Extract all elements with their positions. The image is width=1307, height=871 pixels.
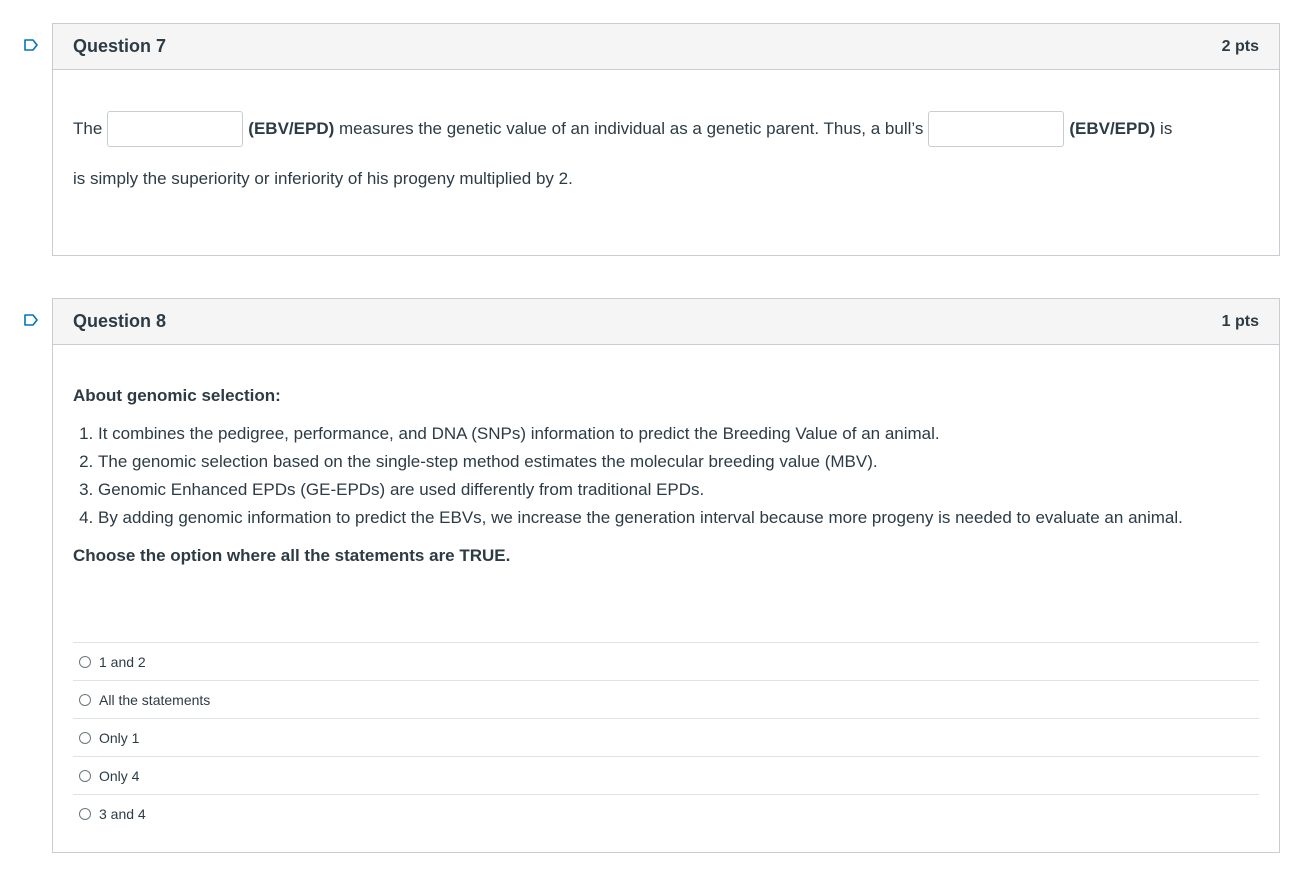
question-text: measures the genetic value of an individ… [334,119,924,138]
question-text: (EBV/EPD) is [1069,119,1172,139]
question-header: Question 7 2 pts [53,24,1279,70]
question-points: 1 pts [1221,312,1259,330]
radio-button-icon[interactable] [79,807,91,820]
answer-label: All the statements [99,691,211,708]
flag-question-icon[interactable] [24,314,38,326]
answer-label: Only 4 [99,767,140,784]
statement-item: By adding genomic information to predict… [98,504,1259,532]
question-title: Question 7 [73,36,167,56]
question-body: The (EBV/EPD) measures the genetic value… [53,111,1279,189]
answer-label: Only 1 [99,729,140,746]
question-text: is [1155,119,1173,138]
question-text-bold: (EBV/EPD) [248,119,335,138]
flag-question-icon[interactable] [24,39,38,51]
answer-label: 3 and 4 [99,805,146,822]
statement-list: It combines the pedigree, performance, a… [73,420,1259,532]
question-points: 2 pts [1221,37,1259,55]
answer-list: 1 and 2 All the statements Only 1 Only 4… [73,642,1259,832]
radio-button-icon[interactable] [79,769,91,782]
answer-label: 1 and 2 [99,653,146,670]
radio-button-icon[interactable] [79,731,91,744]
question-prompt: Choose the option where all the statemen… [73,546,511,565]
statement-item: It combines the pedigree, performance, a… [98,420,1259,448]
question-text: is simply the superiority or inferiority… [73,169,573,188]
answer-option[interactable]: Only 1 [73,718,1259,756]
question-text: The [73,119,103,138]
question-header: Question 8 1 pts [53,299,1279,345]
question-title: Question 8 [73,311,167,331]
statement-item: Genomic Enhanced EPDs (GE-EPDs) are used… [98,476,1259,504]
radio-button-icon[interactable] [79,655,91,668]
statement-item: The genomic selection based on the singl… [98,448,1259,476]
question-text-bold: (EBV/EPD) [1069,119,1156,138]
question-7: Question 7 2 pts The (EBV/EPD) measures … [52,23,1280,256]
question-text: (EBV/EPD) measures the genetic value of … [248,119,923,139]
blank-2-input[interactable] [928,111,1065,147]
answer-option[interactable]: Only 4 [73,756,1259,794]
question-body: About genomic selection: It combines the… [53,386,1279,566]
blank-1-input[interactable] [107,111,244,147]
fill-in-line: The (EBV/EPD) measures the genetic value… [73,111,1259,147]
question-8: Question 8 1 pts About genomic selection… [52,298,1280,853]
question-intro: About genomic selection: [73,386,281,405]
answer-option[interactable]: 3 and 4 [73,794,1259,832]
answer-option[interactable]: All the statements [73,680,1259,718]
answer-option[interactable]: 1 and 2 [73,642,1259,680]
radio-button-icon[interactable] [79,693,91,706]
